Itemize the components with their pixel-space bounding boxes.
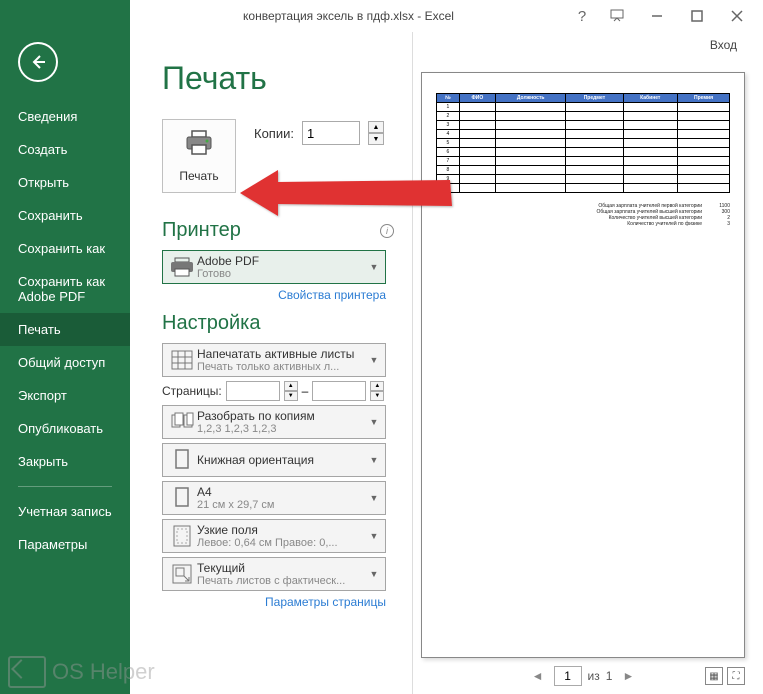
pages-from-input[interactable] [226,381,280,401]
signin-link[interactable]: Вход [698,34,749,56]
sidebar-item-new[interactable]: Создать [0,133,130,166]
sidebar-item-publish[interactable]: Опубликовать [0,412,130,445]
copies-down[interactable]: ▼ [368,133,384,145]
pagesize-dropdown[interactable]: A4 21 см x 29,7 см ▼ [162,481,386,515]
sidebar-item-saveas-pdf[interactable]: Сохранить как Adobe PDF [0,265,130,313]
printer-properties-link[interactable]: Свойства принтера [162,288,386,302]
chevron-down-icon: ▼ [367,531,381,541]
chevron-down-icon: ▼ [367,569,381,579]
printer-device-icon [167,254,197,280]
sidebar-item-share[interactable]: Общий доступ [0,346,130,379]
sheets-icon [167,347,197,373]
back-button[interactable] [18,42,58,82]
collate-icon [167,409,197,435]
chevron-down-icon: ▼ [367,355,381,365]
pages-label: Страницы: [162,384,222,398]
sidebar-item-open[interactable]: Открыть [0,166,130,199]
info-icon[interactable]: i [380,224,394,238]
window-title: конвертация эксель в пдф.xlsx - Excel [130,9,567,23]
sidebar-item-saveas[interactable]: Сохранить как [0,232,130,265]
page-title: Печать [162,60,394,97]
close-button[interactable] [717,2,757,30]
scaling-icon [167,561,197,587]
ribbon-options-button[interactable] [597,2,637,30]
copies-label: Копии: [254,126,294,141]
help-button[interactable]: ? [567,2,597,30]
sidebar-item-options[interactable]: Параметры [0,528,130,561]
show-margins-button[interactable]: ▦ [705,667,723,685]
backstage-sidebar: Сведения Создать Открыть Сохранить Сохра… [0,32,130,694]
print-preview: №ФИОДолжностьПредметКабинетПремия1234567… [421,72,745,658]
sidebar-item-info[interactable]: Сведения [0,100,130,133]
chevron-down-icon: ▼ [367,455,381,465]
chevron-down-icon: ▼ [367,417,381,427]
page-icon [167,485,197,511]
pages-to-input[interactable] [312,381,366,401]
orientation-dropdown[interactable]: Книжная ориентация ▼ [162,443,386,477]
printer-heading: Принтер i [162,219,394,242]
sidebar-item-save[interactable]: Сохранить [0,199,130,232]
copies-up[interactable]: ▲ [368,121,384,133]
sidebar-item-export[interactable]: Экспорт [0,379,130,412]
chevron-down-icon: ▼ [367,262,381,272]
print-what-dropdown[interactable]: Напечатать активные листы Печать только … [162,343,386,377]
prev-page-button[interactable]: ◄ [528,666,548,686]
minimize-button[interactable] [637,2,677,30]
margins-dropdown[interactable]: Узкие поля Левое: 0,64 см Правое: 0,... … [162,519,386,553]
portrait-icon [167,447,197,473]
sidebar-item-print[interactable]: Печать [0,313,130,346]
scaling-dropdown[interactable]: Текущий Печать листов с фактическ... ▼ [162,557,386,591]
printer-icon [184,130,214,163]
printer-dropdown[interactable]: Adobe PDF Готово ▼ [162,250,386,284]
sidebar-item-close[interactable]: Закрыть [0,445,130,478]
maximize-button[interactable] [677,2,717,30]
collate-dropdown[interactable]: Разобрать по копиям 1,2,3 1,2,3 1,2,3 ▼ [162,405,386,439]
print-button-label: Печать [179,169,218,183]
copies-input[interactable] [302,121,360,145]
page-setup-link[interactable]: Параметры страницы [162,595,386,609]
page-current-input[interactable] [554,666,582,686]
margins-icon [167,523,197,549]
chevron-down-icon: ▼ [367,493,381,503]
sidebar-item-account[interactable]: Учетная запись [0,495,130,528]
zoom-to-page-button[interactable]: ⛶ [727,667,745,685]
print-button[interactable]: Печать [162,119,236,193]
next-page-button[interactable]: ► [618,666,638,686]
page-total: 1 [606,669,613,683]
settings-heading: Настройка [162,312,394,335]
